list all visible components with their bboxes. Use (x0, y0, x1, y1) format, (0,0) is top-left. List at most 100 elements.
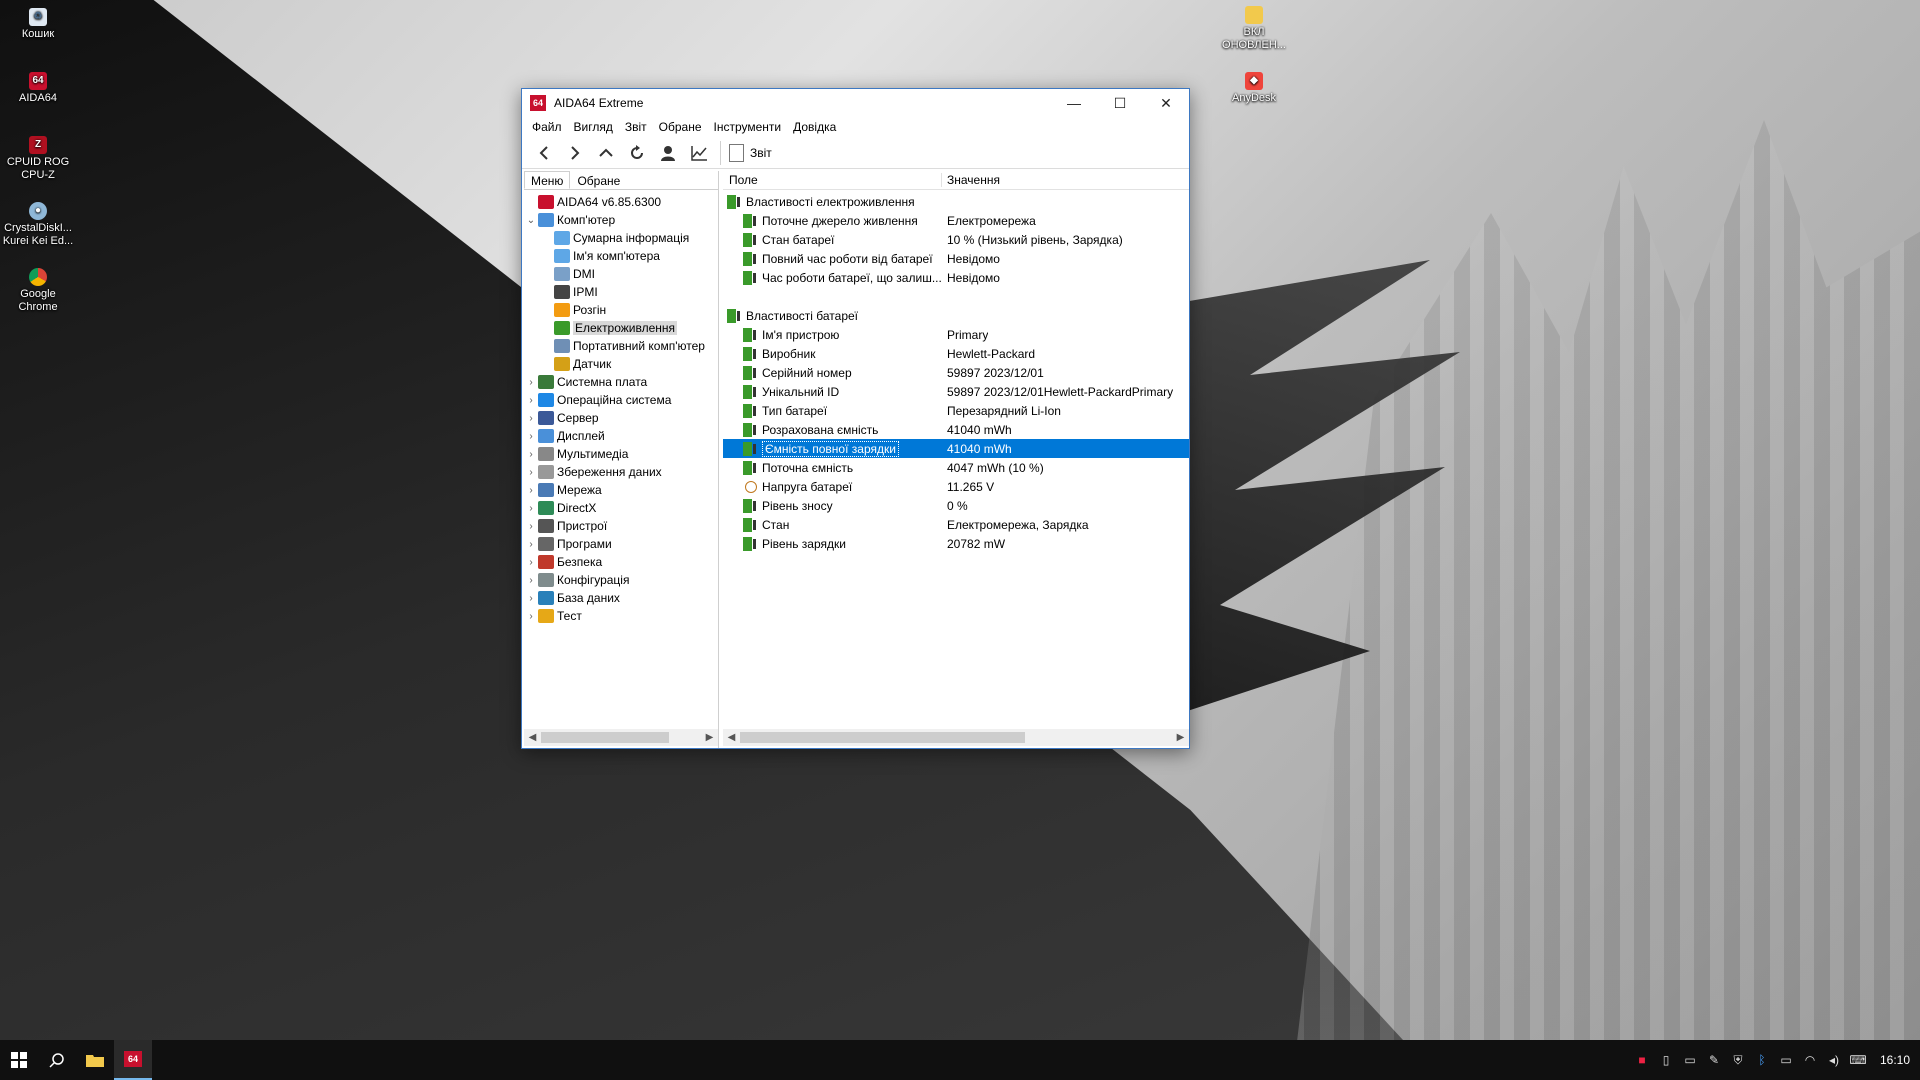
file-explorer-button[interactable] (76, 1040, 114, 1080)
scroll-track[interactable] (541, 732, 701, 743)
chevron-right-icon[interactable]: › (524, 485, 538, 496)
tree-item[interactable]: Ім'я комп'ютера (524, 247, 718, 265)
minimize-button[interactable]: — (1051, 89, 1097, 117)
column-header-field[interactable]: Поле (723, 173, 942, 187)
tree-item[interactable]: ⌄ Комп'ютер (524, 211, 718, 229)
tree-item[interactable]: › Операційна система (524, 391, 718, 409)
chevron-right-icon[interactable]: › (524, 431, 538, 442)
title-bar[interactable]: 64 AIDA64 Extreme — ☐ ✕ (522, 89, 1189, 117)
chevron-right-icon[interactable]: › (524, 557, 538, 568)
chevron-right-icon[interactable]: › (524, 413, 538, 424)
pen-icon[interactable]: ✎ (1702, 1053, 1726, 1067)
tree-item[interactable]: › Безпека (524, 553, 718, 571)
scroll-left-icon[interactable]: ◀ (723, 732, 740, 743)
chevron-right-icon[interactable]: › (524, 467, 538, 478)
up-button[interactable] (592, 139, 620, 167)
detail-horizontal-scrollbar[interactable]: ◀ ▶ (723, 729, 1189, 746)
tree-item[interactable]: Сумарна інформація (524, 229, 718, 247)
tree-horizontal-scrollbar[interactable]: ◀ ▶ (524, 729, 718, 746)
report-button[interactable]: Звіт (729, 143, 772, 162)
chevron-right-icon[interactable]: › (524, 395, 538, 406)
taskbar-clock[interactable]: 16:10 (1870, 1053, 1920, 1067)
column-header-value[interactable]: Значення (942, 173, 1000, 187)
wifi-icon[interactable]: ◠ (1798, 1053, 1822, 1067)
scroll-thumb[interactable] (740, 732, 1026, 743)
tree-item[interactable]: › Мультимедіа (524, 445, 718, 463)
desktop-icon-folder[interactable]: ВКЛ ОНОВЛЕН... (1216, 6, 1292, 52)
scroll-left-icon[interactable]: ◀ (524, 732, 541, 743)
aida64-taskbar-button[interactable]: 64 (114, 1040, 152, 1080)
chevron-right-icon[interactable]: › (524, 377, 538, 388)
desktop-icon-anydesk[interactable]: ◆ AnyDesk (1216, 72, 1292, 105)
desktop-icon-recycle-bin[interactable]: ♻ Кошик (0, 8, 76, 41)
table-row[interactable]: Серійний номер 59897 2023/12/01 (723, 363, 1189, 382)
tree-item[interactable]: AIDA64 v6.85.6300 (524, 193, 718, 211)
user-button[interactable] (654, 139, 682, 167)
table-row[interactable]: Поточне джерело живлення Електромережа (723, 211, 1189, 230)
desktop-icon-aida64[interactable]: 64 AIDA64 (0, 72, 76, 105)
tree-item[interactable]: Портативний комп'ютер (524, 337, 718, 355)
chevron-down-icon[interactable]: ⌄ (524, 215, 538, 226)
menu-tools[interactable]: Інструменти (710, 120, 790, 134)
table-row[interactable]: Унікальний ID 59897 2023/12/01Hewlett-Pac… (723, 382, 1189, 401)
menu-report[interactable]: Звіт (621, 120, 655, 134)
tree-item[interactable]: › Тест (524, 607, 718, 625)
section-header-row[interactable]: Властивості електроживлення (723, 192, 1189, 211)
table-row[interactable]: Тип батареї Перезарядний Li-Ion (723, 401, 1189, 420)
tree-item[interactable]: › Сервер (524, 409, 718, 427)
table-row[interactable]: Рівень зносу 0 % (723, 496, 1189, 515)
chevron-right-icon[interactable]: › (524, 449, 538, 460)
tree-item[interactable]: Розгін (524, 301, 718, 319)
tree-item[interactable]: DMI (524, 265, 718, 283)
tree-item[interactable]: IPMI (524, 283, 718, 301)
tab-menu[interactable]: Меню (524, 171, 571, 189)
battery-icon[interactable]: ▭ (1774, 1053, 1798, 1067)
back-button[interactable] (530, 139, 558, 167)
tree-item[interactable]: › Пристрої (524, 517, 718, 535)
tree-item[interactable]: › База даних (524, 589, 718, 607)
table-row[interactable]: Рівень зарядки 20782 mW (723, 534, 1189, 553)
tree-item[interactable]: › Системна плата (524, 373, 718, 391)
tree-item[interactable]: › DirectX (524, 499, 718, 517)
menu-file[interactable]: Файл (528, 120, 570, 134)
table-row[interactable]: Час роботи батареї, що залиш... Невідомо (723, 268, 1189, 287)
tree-item[interactable]: Датчик (524, 355, 718, 373)
table-row[interactable]: Ємність повної зарядки 41040 mWh (723, 439, 1189, 458)
aida-tray-icon[interactable]: ■ (1630, 1053, 1654, 1067)
tab-favorites[interactable]: Обране (570, 171, 627, 189)
scroll-thumb[interactable] (541, 732, 669, 743)
table-row[interactable]: Ім'я пристрою Primary (723, 325, 1189, 344)
scroll-right-icon[interactable]: ▶ (1172, 732, 1189, 743)
desktop-icon-cpuz[interactable]: Z CPUID ROG CPU-Z (0, 136, 76, 182)
tree-item[interactable]: › Збереження даних (524, 463, 718, 481)
chart-button[interactable] (685, 139, 713, 167)
desktop-icon-chrome[interactable]: Google Chrome (0, 268, 76, 314)
start-button[interactable] (0, 1040, 38, 1080)
desktop-icon-crystaldisk[interactable]: ● CrystalDiskI... Kurei Kei Ed... (0, 202, 76, 248)
bluetooth-icon[interactable]: ᛒ (1750, 1053, 1774, 1067)
chevron-right-icon[interactable]: › (524, 521, 538, 532)
tree-item[interactable]: Електроживлення (524, 319, 718, 337)
table-row[interactable]: Повний час роботи від батареї Невідомо (723, 249, 1189, 268)
table-row[interactable]: Поточна ємність 4047 mWh (10 %) (723, 458, 1189, 477)
chevron-right-icon[interactable]: › (524, 593, 538, 604)
maximize-button[interactable]: ☐ (1097, 89, 1143, 117)
close-button[interactable]: ✕ (1143, 89, 1189, 117)
table-row[interactable]: Стан батареї 10 % (Низький рівень, Зарядк… (723, 230, 1189, 249)
volume-icon[interactable]: ◂) (1822, 1053, 1846, 1067)
tree-item[interactable]: › Дисплей (524, 427, 718, 445)
chevron-right-icon[interactable]: › (524, 611, 538, 622)
usb-icon[interactable]: ▯ (1654, 1053, 1678, 1067)
menu-favorites[interactable]: Обране (655, 120, 710, 134)
chevron-right-icon[interactable]: › (524, 503, 538, 514)
chevron-right-icon[interactable]: › (524, 575, 538, 586)
menu-help[interactable]: Довідка (789, 120, 844, 134)
windows-security-icon[interactable]: ⛨ (1726, 1053, 1750, 1068)
table-row[interactable]: Напруга батареї 11.265 V (723, 477, 1189, 496)
display-tray-icon[interactable]: ▭ (1678, 1053, 1702, 1067)
scroll-right-icon[interactable]: ▶ (701, 732, 718, 743)
table-row[interactable]: Розрахована ємність 41040 mWh (723, 420, 1189, 439)
table-row[interactable]: Виробник Hewlett-Packard (723, 344, 1189, 363)
chevron-right-icon[interactable]: › (524, 539, 538, 550)
search-button[interactable] (38, 1040, 76, 1080)
